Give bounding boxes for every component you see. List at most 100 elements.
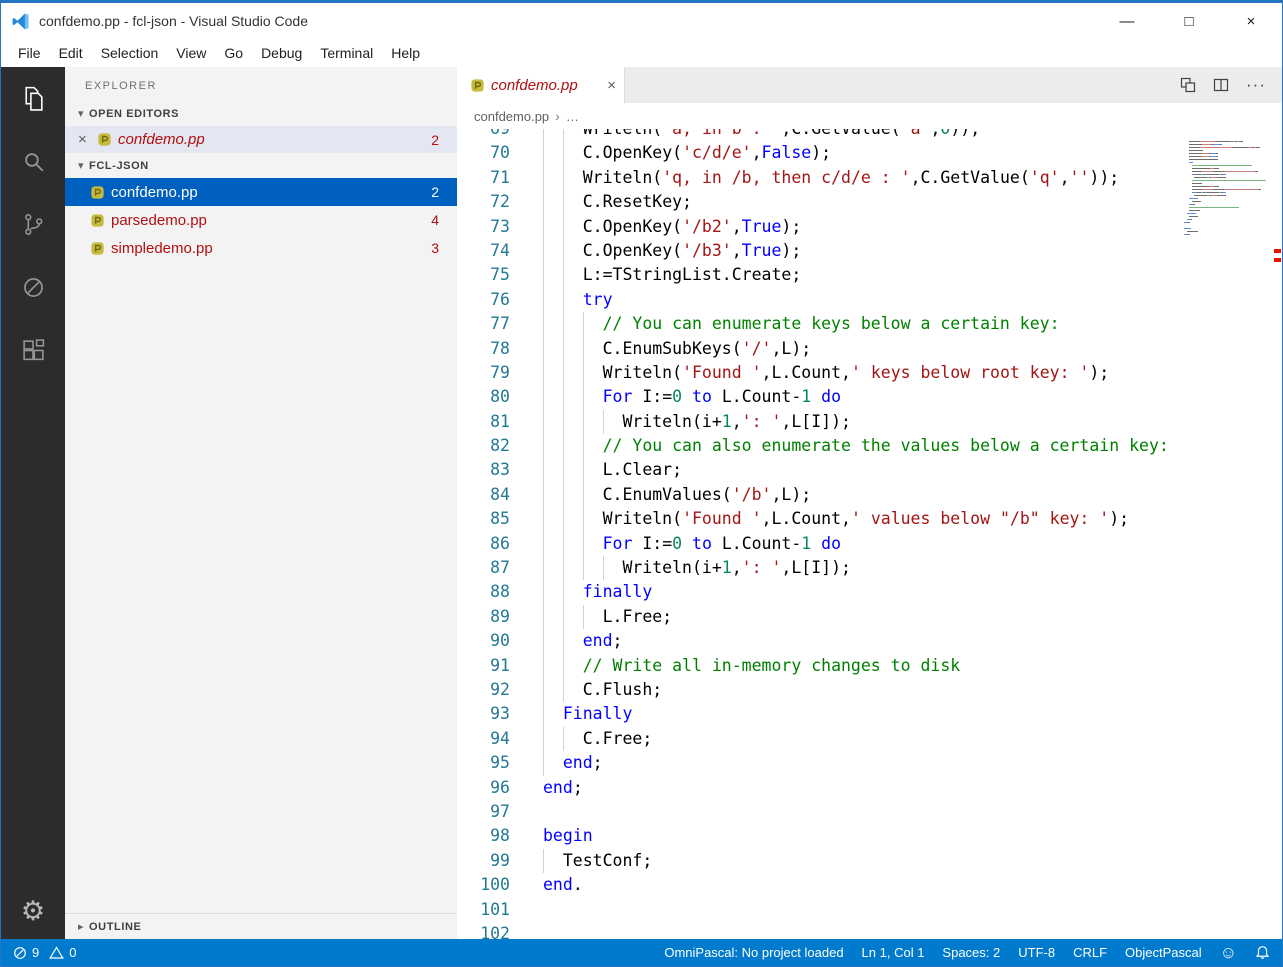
indent-guide bbox=[543, 385, 563, 409]
outline-header[interactable]: ▸ OUTLINE bbox=[65, 913, 457, 939]
minimap[interactable] bbox=[1182, 129, 1282, 939]
status-omnipascal[interactable]: OmniPascal: No project loaded bbox=[664, 945, 843, 960]
menu-item-help[interactable]: Help bbox=[382, 42, 429, 64]
menu-item-selection[interactable]: Selection bbox=[92, 42, 168, 64]
source-control-icon[interactable] bbox=[1, 193, 65, 256]
code-token: ); bbox=[811, 143, 832, 163]
menu-item-terminal[interactable]: Terminal bbox=[311, 42, 382, 64]
file-item-parsedemo.pp[interactable]: parsedemo.pp 4 bbox=[65, 206, 457, 234]
window-title: confdemo.pp - fcl-json - Visual Studio C… bbox=[39, 13, 308, 29]
code-token: L.Free; bbox=[602, 606, 673, 626]
code-token: Writeln(i+ bbox=[622, 558, 722, 578]
status-indentation[interactable]: Spaces: 2 bbox=[942, 945, 1000, 960]
indent-guide bbox=[563, 385, 583, 409]
indent-guide bbox=[563, 288, 583, 312]
status-eol[interactable]: CRLF bbox=[1073, 945, 1107, 960]
status-cursor-position[interactable]: Ln 1, Col 1 bbox=[862, 945, 925, 960]
minimize-button[interactable]: — bbox=[1096, 3, 1158, 39]
code-line: 82 // You can also enumerate the values b… bbox=[457, 434, 1182, 458]
split-editor-icon[interactable] bbox=[1213, 77, 1229, 93]
code-token: ' values below "/b" key: ' bbox=[850, 509, 1110, 529]
error-count-badge: 2 bbox=[431, 131, 439, 148]
sidebar-title: EXPLORER bbox=[85, 80, 157, 92]
breadcrumb-file[interactable]: confdemo.pp bbox=[474, 109, 549, 124]
indent-guide bbox=[563, 410, 583, 434]
minimap-line bbox=[1184, 145, 1272, 148]
code-line: 80 For I:=0 to L.Count-1 do bbox=[457, 385, 1182, 409]
indent-guide bbox=[563, 629, 583, 653]
code-token: C.Free; bbox=[582, 728, 653, 748]
explorer-files-icon[interactable] bbox=[1, 67, 65, 130]
open-editors-header[interactable]: ▾ OPEN EDITORS bbox=[65, 101, 457, 126]
file-item-simpledemo.pp[interactable]: simpledemo.pp 3 bbox=[65, 234, 457, 262]
search-icon[interactable] bbox=[1, 130, 65, 193]
file-item-confdemo.pp[interactable]: confdemo.pp 2 bbox=[65, 178, 457, 206]
status-language-mode[interactable]: ObjectPascal bbox=[1125, 945, 1202, 960]
vscode-logo-icon bbox=[11, 12, 30, 31]
indent-guide bbox=[563, 532, 583, 556]
folder-section-header[interactable]: ▾ FCL-JSON bbox=[65, 153, 457, 178]
menu-item-go[interactable]: Go bbox=[215, 42, 252, 64]
indent-guide bbox=[583, 434, 603, 458]
code-line: 91 // Write all in-memory changes to disk bbox=[457, 654, 1182, 678]
code-line: 77 // You can enumerate keys below a cert… bbox=[457, 312, 1182, 336]
feedback-smiley-icon[interactable]: ☺ bbox=[1220, 944, 1237, 961]
minimap-line bbox=[1184, 178, 1272, 181]
notifications-bell-icon[interactable] bbox=[1255, 945, 1270, 960]
problems-status[interactable]: 9 0 bbox=[13, 945, 76, 960]
line-number: 95 bbox=[490, 753, 510, 773]
code-editor[interactable]: 69Writeln('a, in b : ',C.GetValue('a',0)… bbox=[457, 129, 1182, 939]
breadcrumb-more[interactable]: … bbox=[566, 109, 579, 124]
code-token: finally bbox=[582, 582, 653, 602]
open-editor-item[interactable]: × confdemo.pp 2 bbox=[65, 126, 457, 153]
line-number: 88 bbox=[490, 582, 510, 602]
outline-label: OUTLINE bbox=[89, 920, 142, 933]
code-token: to bbox=[692, 533, 712, 553]
code-token: C.EnumValues( bbox=[602, 484, 732, 504]
code-token: end bbox=[582, 631, 613, 651]
settings-gear-icon[interactable]: ⚙ bbox=[1, 883, 65, 939]
code-token: ); bbox=[781, 216, 802, 236]
indent-guide bbox=[563, 337, 583, 361]
pascal-file-icon bbox=[96, 132, 112, 148]
code-line: 71 Writeln('q, in /b, then c/d/e : ',C.Ge… bbox=[457, 166, 1182, 190]
menu-item-debug[interactable]: Debug bbox=[252, 42, 311, 64]
indent-guide bbox=[603, 410, 623, 434]
indent-guide bbox=[543, 239, 563, 263]
close-button[interactable]: × bbox=[1220, 3, 1282, 39]
menu-item-view[interactable]: View bbox=[167, 42, 215, 64]
extensions-icon[interactable] bbox=[1, 319, 65, 382]
status-encoding[interactable]: UTF-8 bbox=[1018, 945, 1055, 960]
code-token: TestConf; bbox=[562, 850, 653, 870]
code-line: 69 Writeln('a, in b : ',C.GetValue('a',0)… bbox=[457, 129, 1182, 141]
line-number: 80 bbox=[490, 387, 510, 407]
code-line: 98 begin bbox=[457, 824, 1182, 848]
tab-confdemo[interactable]: confdemo.pp × bbox=[457, 67, 625, 103]
line-number: 70 bbox=[490, 143, 510, 163]
close-icon[interactable]: × bbox=[78, 131, 96, 148]
open-changes-icon[interactable] bbox=[1180, 77, 1196, 93]
pascal-file-icon bbox=[89, 240, 105, 256]
error-count-badge: 3 bbox=[431, 240, 439, 256]
status-items: OmniPascal: No project loaded Ln 1, Col 1… bbox=[664, 945, 1201, 960]
maximize-button[interactable]: □ bbox=[1158, 3, 1220, 39]
line-number: 77 bbox=[490, 314, 510, 334]
error-marker bbox=[1274, 258, 1281, 262]
indent-guide bbox=[543, 166, 563, 190]
errors-icon bbox=[13, 946, 27, 960]
indent-guide bbox=[563, 190, 583, 214]
minimap-line bbox=[1184, 187, 1272, 190]
code-token: '/b2' bbox=[682, 216, 732, 236]
code-token: end bbox=[543, 777, 573, 797]
menu-item-edit[interactable]: Edit bbox=[50, 42, 92, 64]
debug-icon[interactable] bbox=[1, 256, 65, 319]
breadcrumb[interactable]: confdemo.pp › … bbox=[457, 103, 1282, 129]
menu-item-file[interactable]: File bbox=[9, 42, 50, 64]
more-actions-icon[interactable]: ··· bbox=[1246, 75, 1266, 95]
code-line: 89 L.Free; bbox=[457, 605, 1182, 629]
titlebar[interactable]: confdemo.pp - fcl-json - Visual Studio C… bbox=[1, 3, 1282, 39]
indent-guide bbox=[543, 629, 563, 653]
tab-close-icon[interactable]: × bbox=[607, 77, 616, 94]
code-line: 74 C.OpenKey('/b3',True); bbox=[457, 239, 1182, 263]
